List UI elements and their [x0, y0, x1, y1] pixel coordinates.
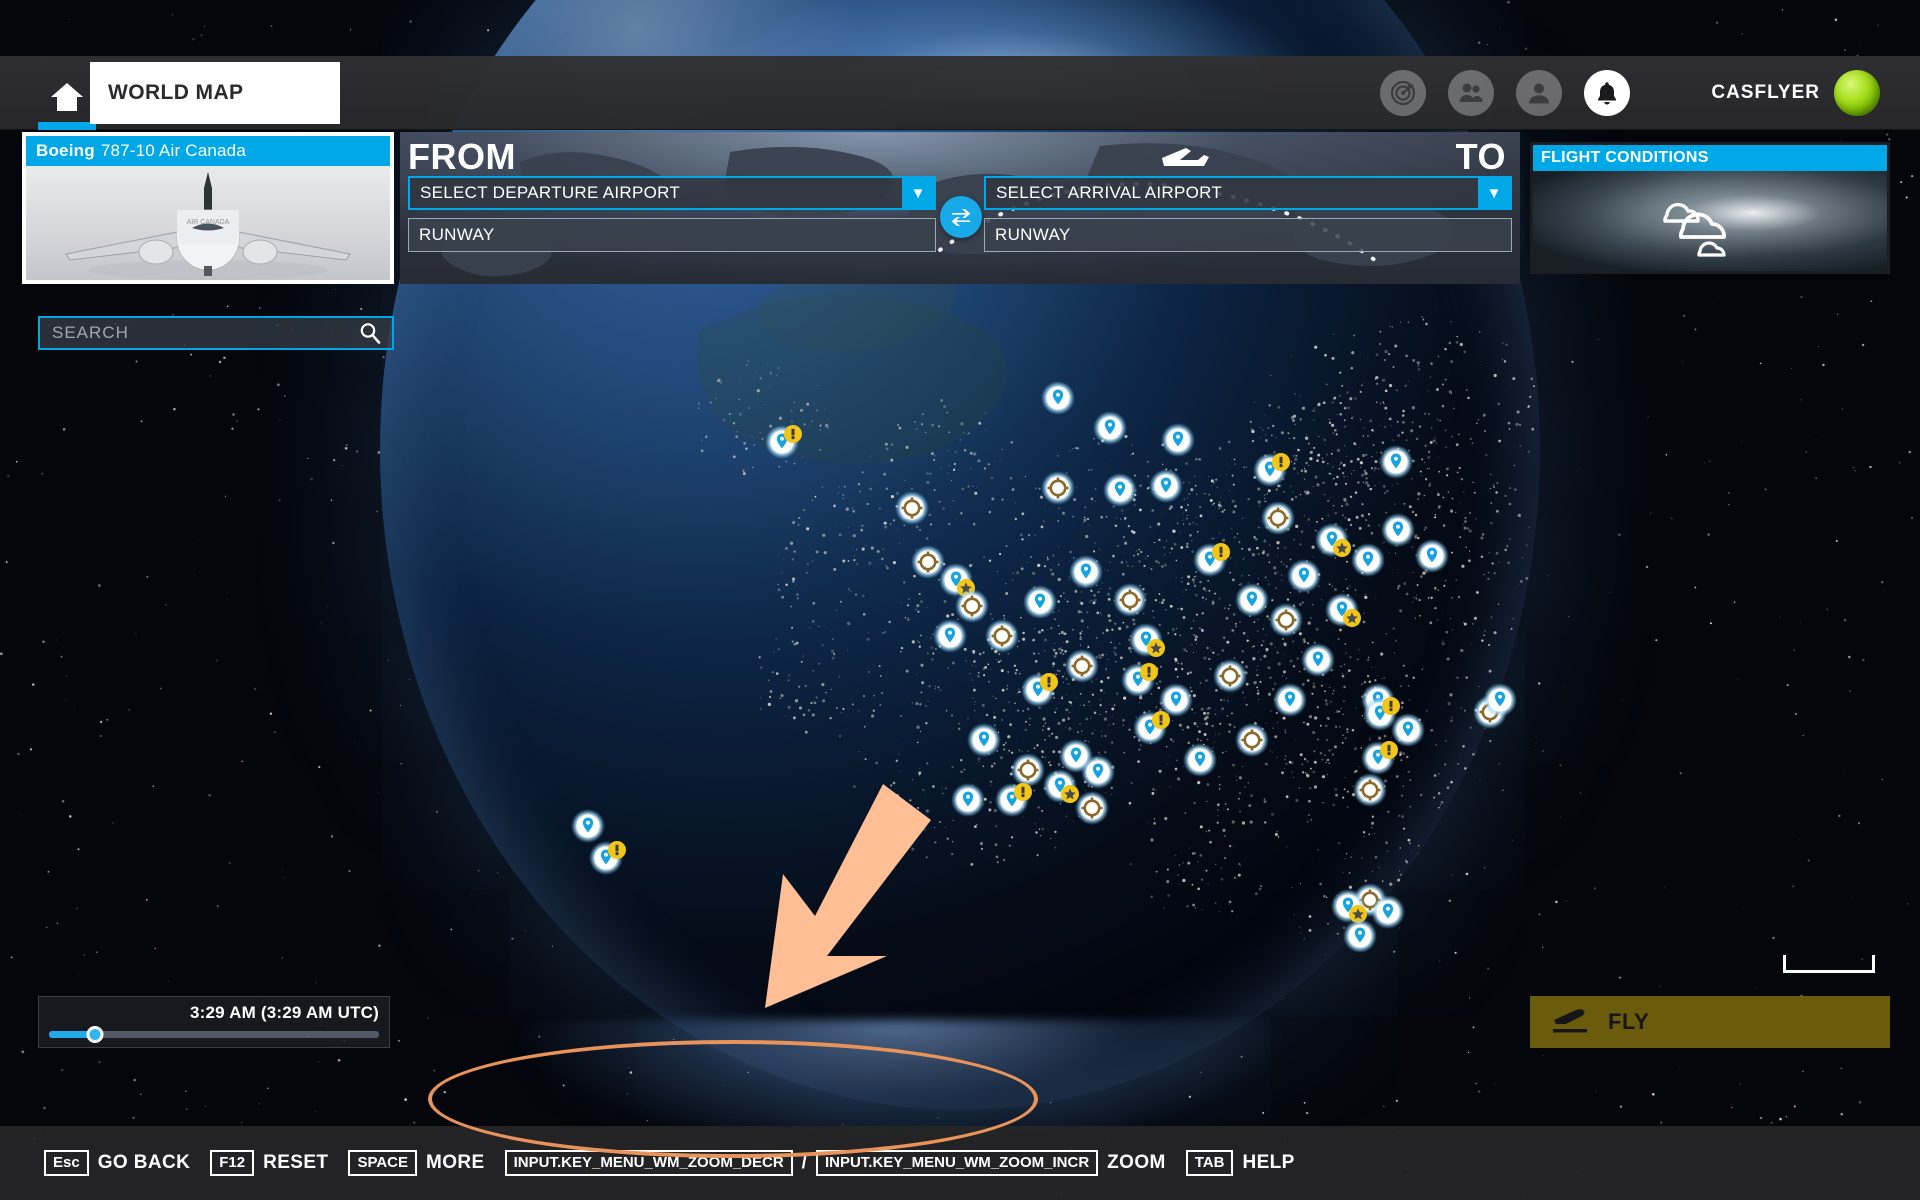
- fly-button-label: FLY: [1608, 1009, 1650, 1034]
- hint-label-help: HELP: [1242, 1152, 1295, 1173]
- hint-label-more: MORE: [426, 1152, 485, 1173]
- key-tab: TAB: [1185, 1150, 1234, 1176]
- hint-label-go-back: GO BACK: [97, 1152, 191, 1173]
- hint-zoom[interactable]: INPUT.KEY_MENU_WM_ZOOM_DECR / INPUT.KEY_…: [504, 1150, 1166, 1176]
- time-of-day-panel[interactable]: 3:29 AM (3:29 AM UTC): [38, 996, 390, 1048]
- hint-label-reset: RESET: [263, 1152, 329, 1173]
- world-map-screen: WORLD MAP CASFLYER Boeing 787-10 Air Can…: [0, 0, 1920, 1200]
- hint-label-zoom: ZOOM: [1107, 1152, 1166, 1173]
- hint-zoom-separator: /: [801, 1152, 807, 1173]
- key-f12: F12: [210, 1150, 255, 1176]
- hint-reset[interactable]: F12 RESET: [210, 1150, 329, 1176]
- hint-more[interactable]: SPACE MORE: [348, 1150, 485, 1176]
- time-slider-knob[interactable]: [86, 1026, 104, 1043]
- hint-go-back[interactable]: Esc GO BACK: [44, 1150, 191, 1176]
- map-scale-bar: [1783, 955, 1875, 973]
- key-zoom-incr: INPUT.KEY_MENU_WM_ZOOM_INCR: [815, 1150, 1099, 1176]
- hint-help[interactable]: TAB HELP: [1185, 1150, 1295, 1176]
- key-zoom-decr: INPUT.KEY_MENU_WM_ZOOM_DECR: [504, 1150, 793, 1176]
- time-label: 3:29 AM (3:29 AM UTC): [189, 1003, 379, 1022]
- fly-button[interactable]: FLY: [1530, 996, 1890, 1048]
- time-slider-track[interactable]: [49, 1026, 379, 1043]
- key-space: SPACE: [348, 1150, 418, 1176]
- key-esc: Esc: [44, 1150, 89, 1176]
- takeoff-plane-icon: [1553, 1009, 1587, 1033]
- keyboard-hint-bar: Esc GO BACK F12 RESET SPACE MORE INPUT.K…: [0, 1126, 1920, 1200]
